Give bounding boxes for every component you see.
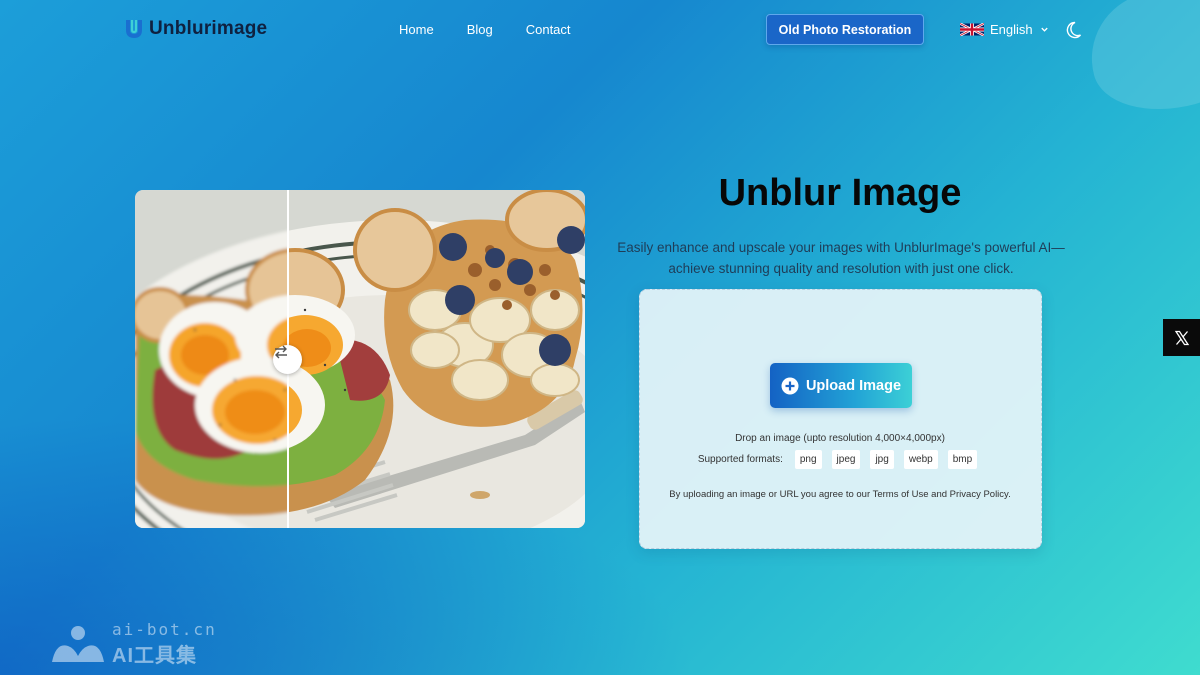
swap-arrows-icon: [275, 345, 287, 359]
x-logo-icon: [1174, 330, 1189, 345]
language-selector[interactable]: English: [960, 22, 1049, 37]
nav-home[interactable]: Home: [399, 22, 434, 37]
upload-dropzone[interactable]: Upload Image Drop an image (upto resolut…: [639, 289, 1042, 549]
terms-notice: By uploading an image or URL you agree t…: [669, 489, 1011, 500]
watermark-logo-icon: [52, 626, 104, 662]
old-photo-restoration-button[interactable]: Old Photo Restoration: [766, 14, 924, 45]
site-logo[interactable]: Unblurimage: [123, 18, 267, 40]
upload-image-button[interactable]: Upload Image: [770, 363, 912, 408]
nav-contact[interactable]: Contact: [526, 22, 571, 37]
nav-blog[interactable]: Blog: [467, 22, 493, 37]
format-chip-png: png: [794, 450, 822, 469]
comparison-slider-handle[interactable]: [273, 345, 302, 374]
before-after-comparison[interactable]: [135, 190, 585, 528]
drop-instructions: Drop an image (upto resolution 4,000×4,0…: [735, 433, 945, 444]
formats-label: Supported formats:: [697, 454, 783, 465]
watermark: ai-bot.cn AI工具集: [50, 620, 217, 668]
x-share-button[interactable]: [1163, 319, 1200, 356]
u-logo-icon: [126, 20, 142, 38]
chevron-down-icon: [1040, 27, 1048, 32]
language-label: English: [990, 22, 1033, 37]
format-chip-jpeg: jpeg: [831, 450, 861, 469]
upload-button-label: Upload Image: [805, 377, 902, 394]
moon-icon[interactable]: [1066, 21, 1082, 39]
format-chip-jpg: jpg: [870, 450, 894, 469]
format-chip-webp: webp: [903, 450, 938, 469]
main-nav: Home Blog Contact: [399, 22, 604, 37]
uk-flag-icon: [960, 23, 984, 36]
watermark-domain: ai-bot.cn: [112, 620, 217, 639]
page-title: Unblur Image: [718, 172, 962, 214]
logo-text: Unblurimage: [149, 18, 268, 39]
plus-circle-icon: [781, 377, 799, 394]
format-chip-bmp: bmp: [947, 450, 978, 469]
watermark-brand: AI工具集: [112, 645, 197, 667]
food-photo: [135, 190, 585, 528]
page-subtitle: Easily enhance and upscale your images w…: [617, 240, 1065, 276]
supported-formats: Supported formats: png jpeg jpg webp bmp: [640, 450, 1040, 469]
site-header: Unblurimage Home Blog Contact Old Photo …: [0, 0, 1200, 60]
